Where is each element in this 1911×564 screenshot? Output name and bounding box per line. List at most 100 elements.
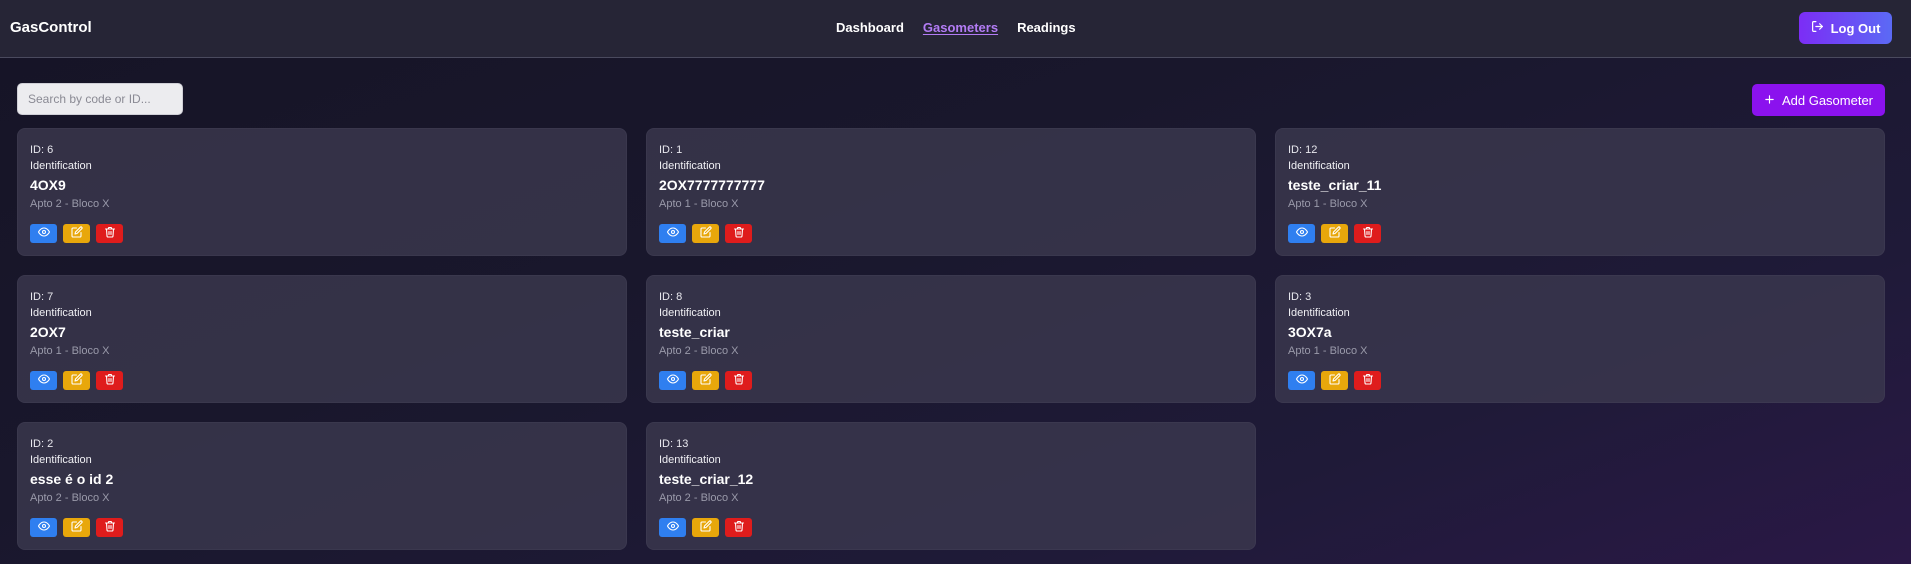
view-button[interactable] [659, 224, 686, 243]
edit-button[interactable] [1321, 371, 1348, 390]
identification-label: Identification [659, 160, 721, 172]
trash-icon [104, 520, 116, 535]
add-gasometer-label: Add Gasometer [1781, 92, 1874, 108]
edit-button[interactable] [63, 371, 90, 390]
edit-button[interactable] [692, 371, 719, 390]
gasometer-code: teste_criar_12 [659, 471, 754, 487]
gasometer-card: ID: 3 Identification 3OX7a Apto 1 - Bloc… [1275, 275, 1885, 403]
identification-label: Identification [659, 307, 721, 319]
gasometer-card: ID: 12 Identification teste_criar_11 Apt… [1275, 128, 1885, 256]
view-button[interactable] [1288, 371, 1315, 390]
trash-icon [104, 373, 116, 388]
view-button[interactable] [659, 518, 686, 537]
edit-icon [1328, 226, 1341, 241]
delete-button[interactable] [1354, 371, 1381, 390]
nav-dashboard[interactable]: Dashboard [836, 20, 904, 35]
logout-label: Log Out [1830, 20, 1881, 36]
gasometer-card: ID: 13 Identification teste_criar_12 Apt… [646, 422, 1256, 550]
edit-icon [70, 520, 83, 535]
search-input[interactable] [17, 83, 183, 115]
view-button[interactable] [30, 224, 57, 243]
card-actions [1288, 224, 1381, 243]
gasometer-id: ID: 12 [1288, 144, 1318, 156]
card-actions [659, 224, 752, 243]
edit-icon [70, 226, 83, 241]
edit-button[interactable] [692, 518, 719, 537]
trash-icon [733, 226, 745, 241]
gasometer-code: 3OX7a [1288, 324, 1332, 340]
plus-icon [1764, 93, 1775, 108]
edit-icon [699, 373, 712, 388]
delete-button[interactable] [96, 224, 123, 243]
gasometer-location: Apto 2 - Bloco X [659, 345, 739, 357]
eye-icon [37, 226, 50, 241]
trash-icon [1362, 373, 1374, 388]
edit-button[interactable] [63, 224, 90, 243]
edit-icon [699, 520, 712, 535]
trash-icon [104, 226, 116, 241]
gasometer-id: ID: 1 [659, 144, 683, 156]
card-actions [30, 224, 123, 243]
view-button[interactable] [659, 371, 686, 390]
identification-label: Identification [1288, 307, 1350, 319]
delete-button[interactable] [96, 371, 123, 390]
edit-icon [70, 373, 83, 388]
gasometer-card: ID: 6 Identification 4OX9 Apto 2 - Bloco… [17, 128, 627, 256]
gasometer-grid: ID: 6 Identification 4OX9 Apto 2 - Bloco… [17, 128, 1885, 550]
log-out-icon [1811, 20, 1824, 36]
delete-button[interactable] [725, 224, 752, 243]
gasometer-code: 4OX9 [30, 177, 66, 193]
app-brand[interactable]: GasControl [10, 19, 92, 36]
nav-readings[interactable]: Readings [1017, 20, 1076, 35]
gasometer-card: ID: 1 Identification 2OX7777777777 Apto … [646, 128, 1256, 256]
eye-icon [666, 520, 679, 535]
edit-icon [699, 226, 712, 241]
eye-icon [666, 226, 679, 241]
edit-button[interactable] [692, 224, 719, 243]
main-nav: Dashboard Gasometers Readings [836, 20, 1076, 35]
identification-label: Identification [30, 307, 92, 319]
gasometer-location: Apto 2 - Bloco X [30, 492, 110, 504]
view-button[interactable] [30, 518, 57, 537]
identification-label: Identification [659, 454, 721, 466]
delete-button[interactable] [1354, 224, 1381, 243]
edit-button[interactable] [63, 518, 90, 537]
card-actions [30, 371, 123, 390]
nav-gasometers[interactable]: Gasometers [923, 20, 998, 35]
logout-button[interactable]: Log Out [1799, 12, 1892, 44]
trash-icon [733, 520, 745, 535]
delete-button[interactable] [725, 371, 752, 390]
trash-icon [1362, 226, 1374, 241]
gasometer-location: Apto 2 - Bloco X [659, 492, 739, 504]
delete-button[interactable] [96, 518, 123, 537]
gasometer-id: ID: 8 [659, 291, 683, 303]
gasometer-location: Apto 2 - Bloco X [30, 198, 110, 210]
gasometer-id: ID: 7 [30, 291, 54, 303]
gasometer-card: ID: 8 Identification teste_criar Apto 2 … [646, 275, 1256, 403]
identification-label: Identification [30, 454, 92, 466]
gasometer-code: 2OX7 [30, 324, 66, 340]
gasometer-code: 2OX7777777777 [659, 177, 765, 193]
eye-icon [1295, 373, 1308, 388]
top-navbar: GasControl Dashboard Gasometers Readings… [0, 0, 1911, 58]
edit-icon [1328, 373, 1341, 388]
gasometer-code: esse é o id 2 [30, 471, 114, 487]
gasometer-id: ID: 3 [1288, 291, 1312, 303]
delete-button[interactable] [725, 518, 752, 537]
edit-button[interactable] [1321, 224, 1348, 243]
add-gasometer-button[interactable]: Add Gasometer [1752, 84, 1885, 116]
identification-label: Identification [30, 160, 92, 172]
gasometer-location: Apto 1 - Bloco X [1288, 345, 1368, 357]
view-button[interactable] [1288, 224, 1315, 243]
gasometer-id: ID: 13 [659, 438, 689, 450]
gasometer-card: ID: 7 Identification 2OX7 Apto 1 - Bloco… [17, 275, 627, 403]
card-actions [30, 518, 123, 537]
gasometer-card: ID: 2 Identification esse é o id 2 Apto … [17, 422, 627, 550]
gasometer-location: Apto 1 - Bloco X [1288, 198, 1368, 210]
gasometer-id: ID: 6 [30, 144, 54, 156]
eye-icon [37, 520, 50, 535]
card-actions [659, 371, 752, 390]
gasometer-code: teste_criar [659, 324, 730, 340]
view-button[interactable] [30, 371, 57, 390]
gasometer-id: ID: 2 [30, 438, 54, 450]
